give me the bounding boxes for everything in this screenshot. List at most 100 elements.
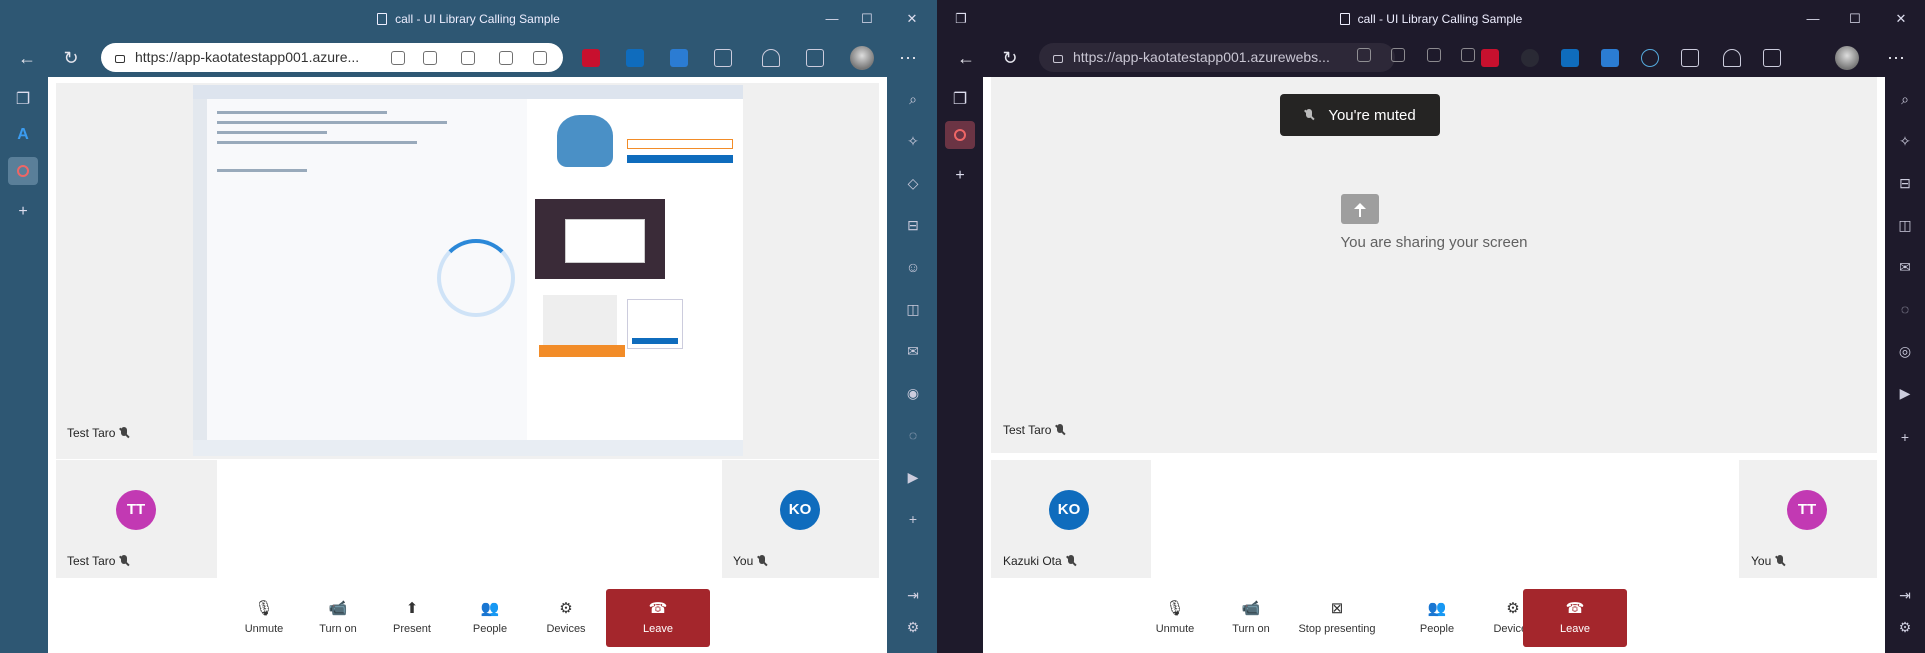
collections-icon[interactable]: [1763, 49, 1781, 67]
camera-button[interactable]: 📹 Turn on: [1219, 589, 1283, 645]
refresh-button[interactable]: ↻: [58, 46, 84, 70]
games-icon[interactable]: ☺: [903, 257, 923, 277]
search-icon[interactable]: ⌕: [1895, 89, 1915, 109]
microphone-icon[interactable]: [391, 51, 405, 65]
maximize-button[interactable]: ☐: [855, 8, 879, 30]
more-menu-button[interactable]: ⋯: [1883, 46, 1909, 70]
youtube-icon[interactable]: ▶: [903, 467, 923, 487]
extensions-icon[interactable]: [714, 49, 732, 67]
people-button[interactable]: 👥 People: [458, 589, 522, 645]
profile-avatar[interactable]: [850, 46, 874, 70]
address-bar[interactable]: https://app-kaotatestapp001.azure...: [101, 43, 563, 72]
page-icon: [1339, 13, 1350, 25]
present-icon: ⬆: [405, 600, 419, 617]
translator-icon[interactable]: [1601, 49, 1619, 67]
tools-icon[interactable]: ⊟: [1895, 173, 1915, 193]
azure-tab-icon[interactable]: A: [12, 124, 34, 146]
devices-button[interactable]: ⚙ Devices: [534, 589, 598, 645]
active-call-tab[interactable]: [945, 121, 975, 149]
mic-off-icon: [119, 427, 129, 439]
present-button[interactable]: ⬆ Present: [380, 589, 444, 645]
new-tab-icon[interactable]: +: [949, 165, 971, 187]
translator-icon[interactable]: [670, 49, 688, 67]
mic-off-icon: [1304, 109, 1314, 121]
more-menu-button[interactable]: ⋯: [895, 46, 921, 70]
active-call-tab[interactable]: [8, 157, 38, 185]
people-button[interactable]: 👥 People: [1405, 589, 1469, 645]
settings-icon[interactable]: ⚙: [903, 617, 923, 637]
unmute-button[interactable]: 🎙 Unmute: [1143, 589, 1207, 645]
extension-dark-icon[interactable]: [1521, 49, 1539, 67]
messenger-icon[interactable]: ◌: [1895, 299, 1915, 319]
muted-text: You're muted: [1328, 106, 1416, 124]
app-icon[interactable]: [423, 51, 437, 65]
right-browser-window: call - UI Library Calling Sample ❐ — ☐ ✕…: [937, 0, 1925, 653]
outlook-icon[interactable]: [1561, 49, 1579, 67]
tab-actions-icon[interactable]: ❐: [12, 89, 34, 111]
unmute-button[interactable]: 🎙 Unmute: [232, 589, 296, 645]
preview-button: [627, 155, 733, 163]
extensions-icon[interactable]: [1681, 49, 1699, 67]
back-button[interactable]: ←: [953, 46, 979, 70]
close-button[interactable]: ✕: [1889, 8, 1913, 30]
button-label: Unmute: [244, 623, 284, 635]
back-button[interactable]: ←: [14, 46, 40, 70]
shared-activity-bar: [193, 99, 207, 440]
copilot-icon[interactable]: ✧: [903, 131, 923, 151]
close-button[interactable]: ✕: [900, 8, 924, 30]
collections-icon[interactable]: [806, 49, 824, 67]
search-icon[interactable]: ⌕: [903, 89, 923, 109]
profile-avatar[interactable]: [1835, 46, 1859, 70]
messenger-icon[interactable]: ◌: [903, 425, 923, 445]
minimize-button[interactable]: —: [1801, 8, 1825, 30]
sidebar-toggle-icon[interactable]: ⇥: [903, 585, 923, 605]
leave-button[interactable]: ☎ Leave: [606, 589, 710, 647]
camera-off-icon: 📹: [328, 600, 348, 617]
mic-off-icon: 🎙: [254, 600, 274, 617]
read-aloud-icon[interactable]: [499, 51, 513, 65]
stop-presenting-button[interactable]: ⊠ Stop presenting: [1281, 589, 1393, 645]
settings-icon[interactable]: ⚙: [1895, 617, 1915, 637]
react-icon[interactable]: [1641, 49, 1659, 67]
button-label: Stop presenting: [1298, 623, 1376, 635]
workspaces-icon[interactable]: ❐: [949, 8, 973, 30]
copilot-icon[interactable]: ✧: [1895, 131, 1915, 151]
camera-button[interactable]: 📹 Turn on: [306, 589, 370, 645]
outlook-icon[interactable]: ✉: [903, 341, 923, 361]
outlook-icon[interactable]: [626, 49, 644, 67]
refresh-button[interactable]: ↻: [997, 46, 1023, 70]
outlook-icon[interactable]: ✉: [1895, 257, 1915, 277]
add-sidebar-app-icon[interactable]: +: [1895, 427, 1915, 447]
maximize-button[interactable]: ☐: [1843, 8, 1867, 30]
sidebar-toggle-icon[interactable]: ⇥: [1895, 585, 1915, 605]
call-page: You're muted You are sharing your screen…: [983, 77, 1885, 653]
instagram-icon[interactable]: ◎: [1895, 341, 1915, 361]
button-label: Devices: [546, 623, 586, 635]
office-icon[interactable]: ◫: [903, 299, 923, 319]
favorites-icon[interactable]: [762, 49, 780, 67]
add-sidebar-app-icon[interactable]: +: [903, 509, 923, 529]
favorite-add-icon[interactable]: [533, 51, 547, 65]
shared-screen-content: [193, 85, 743, 456]
local-participant-tile: TT You: [1739, 460, 1877, 578]
favorites-icon[interactable]: [1723, 49, 1741, 67]
favorite-add-icon[interactable]: [1461, 48, 1475, 62]
read-aloud-icon[interactable]: [1427, 48, 1441, 62]
office-icon[interactable]: ◫: [1895, 215, 1915, 235]
new-tab-icon[interactable]: +: [12, 201, 34, 223]
spotify-icon[interactable]: ◉: [903, 383, 923, 403]
leave-button[interactable]: ☎ Leave: [1523, 589, 1627, 647]
participant-name: You: [1751, 554, 1772, 568]
tools-icon[interactable]: ⊟: [903, 215, 923, 235]
tab-actions-icon[interactable]: ❐: [949, 89, 971, 111]
tile-name-badge: You: [1751, 554, 1785, 568]
tag-icon[interactable]: ◇: [903, 173, 923, 193]
youtube-icon[interactable]: ▶: [1895, 383, 1915, 403]
microphone-icon[interactable]: [1357, 48, 1371, 62]
minimize-button[interactable]: —: [820, 8, 844, 30]
grid-icon[interactable]: [461, 51, 475, 65]
extension-red-icon[interactable]: [582, 49, 600, 67]
address-bar[interactable]: https://app-kaotatestapp001.azurewebs...: [1039, 43, 1395, 72]
grid-icon[interactable]: [1391, 48, 1405, 62]
extension-red-icon[interactable]: [1481, 49, 1499, 67]
